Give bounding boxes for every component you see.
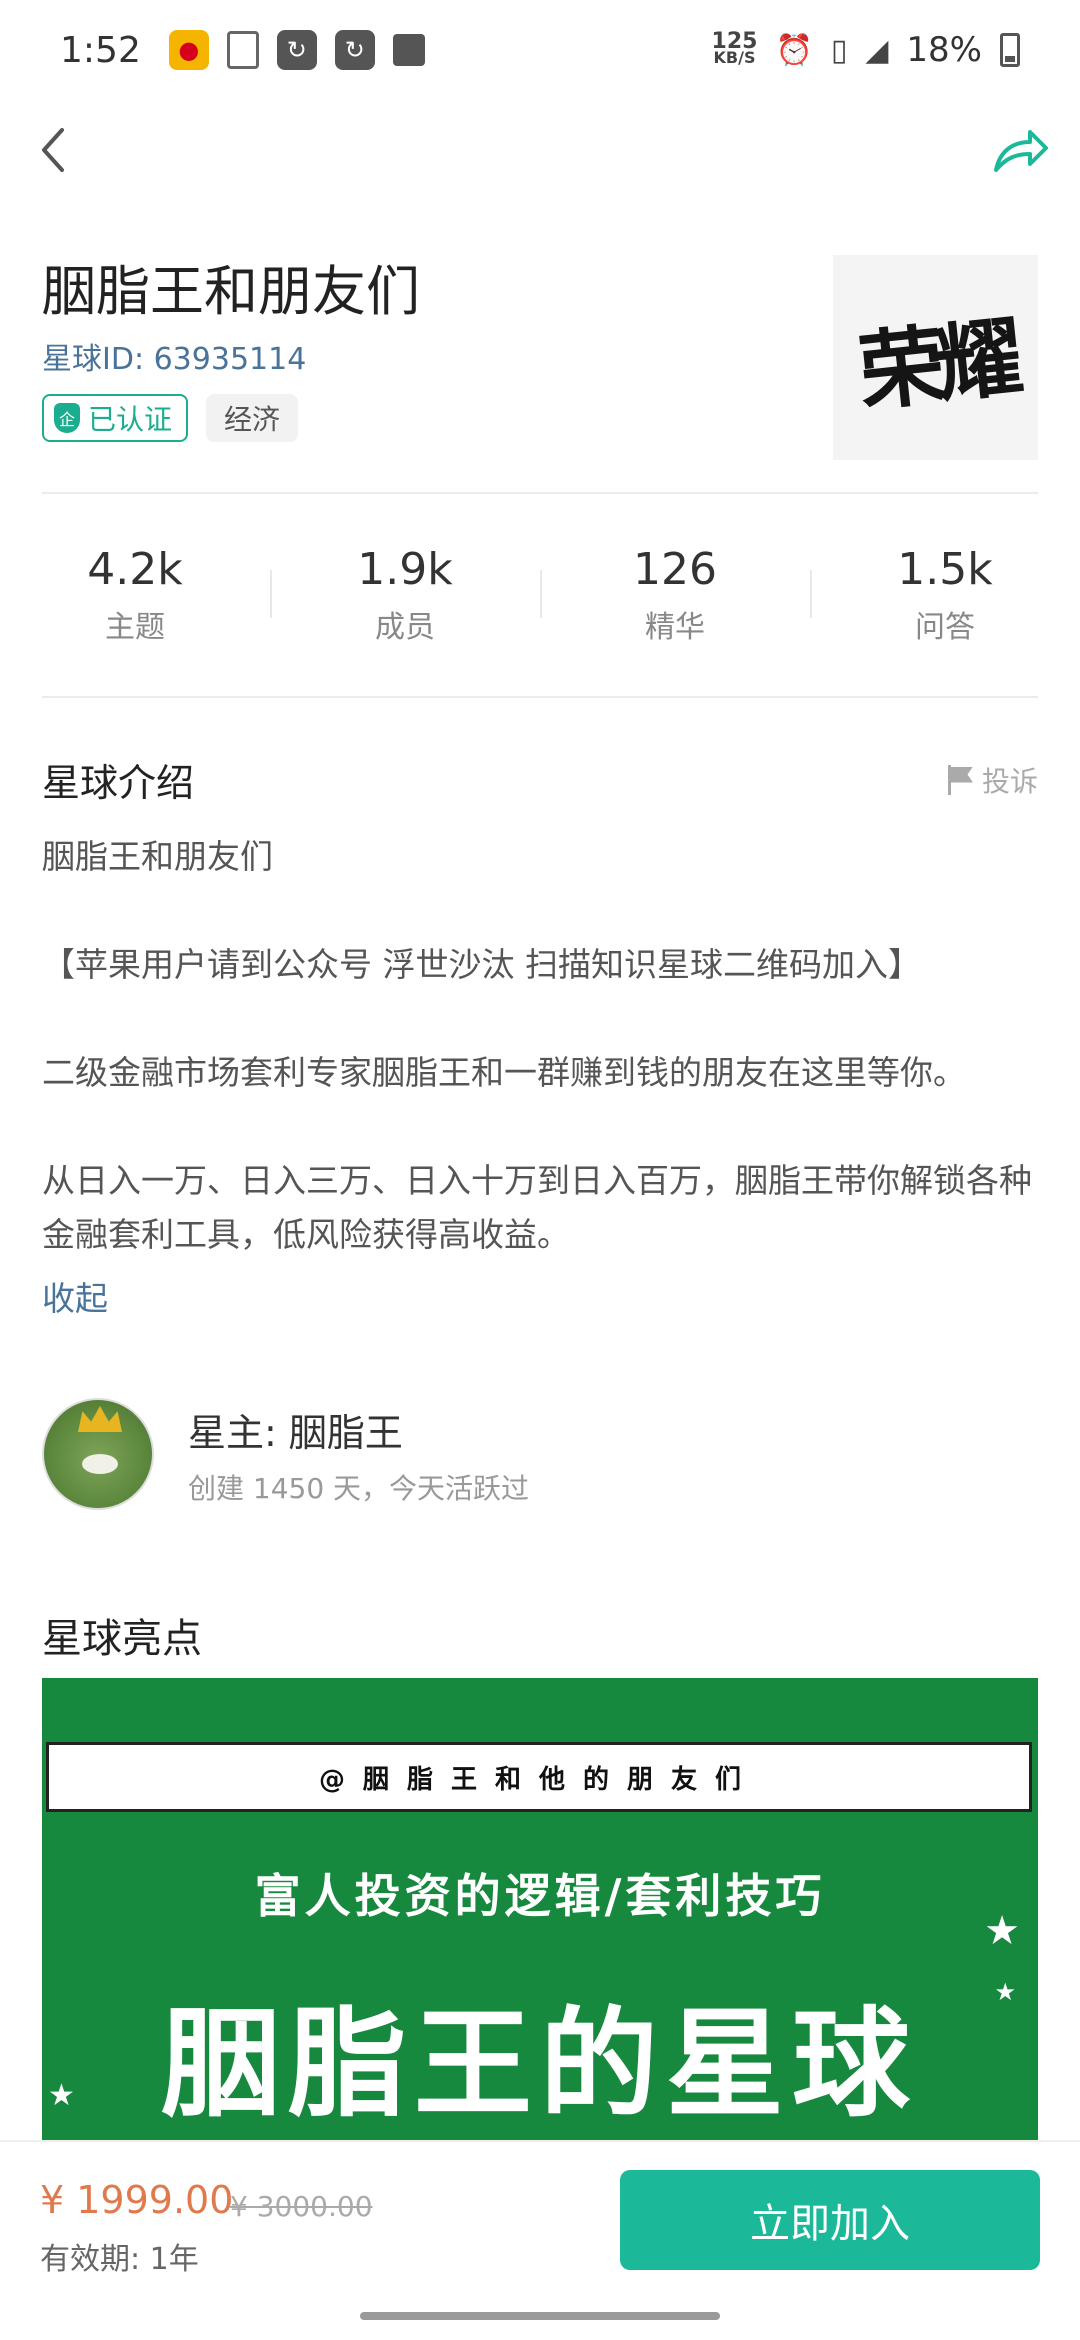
home-indicator[interactable] (360, 2312, 720, 2320)
join-button[interactable]: 立即加入 (620, 2170, 1040, 2270)
sync-icon: ↻ (334, 30, 375, 70)
shield-icon: 企 (54, 403, 80, 433)
stat-value: 1.5k (897, 544, 993, 595)
highlights-title: 星球亮点 (42, 1616, 202, 1662)
intro-title: 星球介绍 (42, 761, 195, 805)
group-header: 胭脂王和朋友们 星球ID: 63935114 企 已认证 经济 荣耀 (42, 255, 1038, 470)
verified-label: 已认证 (88, 403, 173, 436)
collapse-link[interactable]: 收起 (42, 1272, 108, 1320)
share-button[interactable] (990, 126, 1050, 176)
owner-card[interactable]: 星主: 胭脂王 创建 1450 天，今天活跃过 (42, 1396, 1038, 1512)
owner-name: 星主: 胭脂王 (188, 1410, 403, 1455)
flag-icon (947, 764, 974, 795)
chevron-left-icon (42, 128, 64, 172)
highlight-poster[interactable]: @胭脂王和他的朋友们 富人投资的逻辑/套利技巧 胭脂王的星球 ★ ★ ★ (42, 1678, 1038, 2148)
battery-percent: 18% (906, 30, 982, 70)
network-speed: 125 KB/S (711, 29, 758, 67)
status-time: 1:52 (60, 29, 141, 71)
stat-topics[interactable]: 4.2k 主题 (0, 540, 270, 660)
intro-paragraph: 【苹果用户请到公众号 浮世沙汰 扫描知识星球二维码加入】 (42, 945, 921, 984)
star-icon: ★ (984, 1908, 1020, 1954)
divider (42, 492, 1038, 494)
weibo-icon: ● (168, 30, 209, 70)
intro-paragraph: 胭脂王和朋友们 (42, 837, 273, 876)
owner-meta: 创建 1450 天，今天活跃过 (188, 1471, 530, 1505)
category-tag[interactable]: 经济 (206, 394, 299, 442)
nav-bar (0, 110, 1080, 200)
verified-badge[interactable]: 企 已认证 (42, 394, 189, 442)
stat-label: 成员 (375, 610, 435, 645)
stat-label: 主题 (105, 610, 165, 645)
status-bar: 1:52 ● ↻ ↻ 125 KB/S ⏰ ▯ ◢ 18% (0, 0, 1080, 100)
stat-label: 问答 (915, 610, 975, 645)
avatar[interactable] (42, 1398, 154, 1510)
intro-paragraph: 二级金融市场套利专家胭脂王和一群赚到钱的朋友在这里等你。 (42, 1053, 966, 1092)
stat-value: 4.2k (87, 544, 183, 595)
owner-info: 星主: 胭脂王 创建 1450 天，今天活跃过 (188, 1402, 529, 1507)
stat-value: 1.9k (357, 544, 453, 595)
cover-calligraphy: 荣耀 (853, 307, 1020, 424)
notification-icons: ● ↻ ↻ (168, 30, 425, 70)
validity-period: 有效期: 1年 (40, 2242, 199, 2277)
star-icon: ★ (994, 1978, 1016, 2006)
original-price: ¥ 3000.00 (230, 2190, 373, 2223)
stat-value: 126 (633, 544, 717, 595)
intro-paragraph: 从日入一万、日入三万、日入十万到日入百万，胭脂王带你解锁各种金融套利工具，低风险… (42, 1161, 1032, 1254)
purchase-bar: ¥ 1999.00 ¥ 3000.00 有效期: 1年 立即加入 (0, 2140, 1080, 2290)
system-status: 125 KB/S ⏰ ▯ ◢ 18% (712, 30, 1020, 70)
poster-banner: @胭脂王和他的朋友们 (46, 1742, 1032, 1812)
report-label: 投诉 (981, 764, 1038, 798)
vibrate-icon: ▯ (830, 32, 848, 68)
divider (42, 696, 1038, 698)
star-icon: ★ (48, 2078, 75, 2113)
current-price: ¥ 1999.00 (40, 2178, 234, 2222)
share-icon (994, 130, 1048, 172)
image-icon (392, 34, 425, 66)
poster-title: 胭脂王的星球 (161, 1995, 918, 2133)
intro-text: 胭脂王和朋友们 【苹果用户请到公众号 浮世沙汰 扫描知识星球二维码加入】 二级金… (42, 830, 1038, 1262)
report-button[interactable]: 投诉 (947, 760, 1038, 800)
stats-row: 4.2k 主题 1.9k 成员 126 精华 1.5k 问答 (0, 540, 1080, 660)
group-cover-image[interactable]: 荣耀 (833, 255, 1038, 460)
signal-icon: ◢ (865, 32, 889, 68)
stat-featured[interactable]: 126 精华 (540, 540, 810, 660)
battery-icon (1000, 33, 1020, 67)
poster-subtitle: 富人投资的逻辑/套利技巧 (254, 1869, 826, 1923)
stat-qa[interactable]: 1.5k 问答 (810, 540, 1080, 660)
stat-members[interactable]: 1.9k 成员 (270, 540, 540, 660)
intro-header: 星球介绍 投诉 (42, 752, 1038, 807)
document-icon (226, 31, 259, 69)
stat-label: 精华 (645, 610, 705, 645)
alarm-icon: ⏰ (775, 32, 813, 68)
sync-icon: ↻ (276, 30, 317, 70)
back-button[interactable] (38, 122, 68, 190)
